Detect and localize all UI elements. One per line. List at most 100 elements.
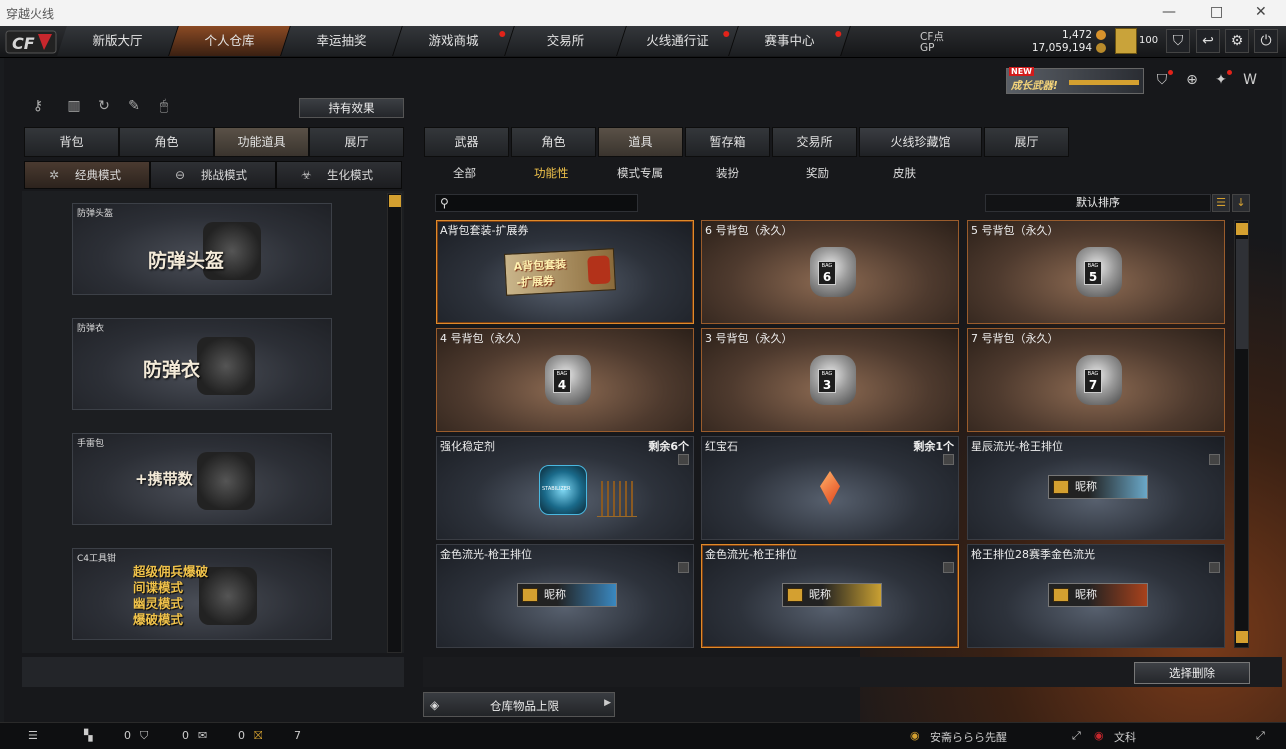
grid-scrollbar[interactable] [1234,220,1249,648]
power-icon[interactable]: ⏻ [1254,29,1278,53]
category-tab[interactable]: 火线珍藏馆 [859,127,982,157]
user2-name[interactable]: 文科 [1114,729,1136,745]
scroll-up-icon[interactable] [389,195,401,207]
item-card[interactable]: 5 号背包（永久） BAG 5 [967,220,1225,324]
gift-icon[interactable]: ⛝ [254,729,262,743]
select-delete-button[interactable]: 选择删除 [1134,662,1250,684]
ticket-icon: A背包套装 -扩展券 [503,248,617,296]
vest-item[interactable]: 防弹衣 防弹衣 [72,318,332,410]
growth-weapon-banner[interactable]: NEW 成长武器! [1006,67,1144,94]
spray-icon[interactable]: ✎ [122,98,146,118]
left-scrollbar[interactable] [387,193,402,653]
crosshair-icon[interactable]: ⊕ [1181,72,1203,92]
item-card[interactable]: 金色流光-枪王排位 昵称 [436,544,694,648]
scroll-up-icon[interactable] [1236,223,1248,235]
fullscreen-icon[interactable]: ⤢ [1256,729,1265,743]
category-tab[interactable]: 交易所 [772,127,857,157]
gun-badge-icon [787,588,803,602]
item-card[interactable]: 6 号背包（永久） BAG 6 [701,220,959,324]
left-tab[interactable]: 功能道具 [214,127,309,157]
expand-icon[interactable]: ⤢ [1072,729,1081,743]
item-card[interactable]: 4 号背包（永久） BAG 4 [436,328,694,432]
nav-tab[interactable]: 火线通行证 [617,26,739,56]
scroll-down-icon[interactable] [1236,631,1248,643]
category-tab[interactable]: 展厅 [984,127,1069,157]
nameplate: 昵称 [1048,583,1148,607]
sort-direction-icon[interactable]: ↓ [1232,194,1250,212]
user-badge-icon: ◉ [910,729,920,742]
lock-icon[interactable] [678,562,689,573]
left-tab[interactable]: 展厅 [309,127,404,157]
medal-icon[interactable]: ⛉ [1151,70,1173,92]
chat-icon[interactable]: ✉ [198,729,207,742]
search-input[interactable]: ⚲ [435,194,638,212]
item-card[interactable]: 强化稳定剂 剩余6个 STABILIZER [436,436,694,540]
nav-tab[interactable]: 新版大厅 [57,26,179,56]
category-tab[interactable]: 暂存箱 [685,127,770,157]
item-card[interactable]: 星辰流光-枪王排位 昵称 [967,436,1225,540]
left-tab[interactable]: 角色 [119,127,214,157]
item-card[interactable]: A背包套装-扩展券 A背包套装 -扩展券 [436,220,694,324]
sub-tab[interactable]: 功能性 [534,165,569,181]
lock-icon[interactable] [678,454,689,465]
lock-icon[interactable] [1209,562,1220,573]
sub-tab[interactable]: 全部 [453,165,476,181]
minimize-button[interactable]: — [1162,4,1176,20]
category-tab[interactable]: 武器 [424,127,509,157]
c4-tool-item[interactable]: C4工具钳 超级佣兵爆破 间谍模式 幽灵模式 爆破模式 [72,548,332,640]
mode-tab[interactable]: ✲ 经典模式 [24,161,150,189]
grenade-bag-item[interactable]: 手雷包 +携带数 [72,433,332,525]
close-button[interactable]: ✕ [1255,4,1267,20]
category-tab[interactable]: 道具 [598,127,683,157]
item-small-label: 防弹衣 [77,324,105,334]
wing-icon[interactable]: W [1239,72,1261,92]
nav-tab[interactable]: 幸运抽奖 [281,26,403,56]
grenade-icon[interactable]: ✦ [1210,70,1232,92]
nav-tab[interactable]: 赛事中心 [729,26,851,56]
mode-tab[interactable]: ⊖ 挑战模式 [150,161,276,189]
effects-button[interactable]: 持有效果 [299,98,404,118]
left-tab[interactable]: 背包 [24,127,119,157]
category-tab[interactable]: 角色 [511,127,596,157]
ranking-icon[interactable]: ▥ [62,98,86,118]
lock-icon[interactable] [943,454,954,465]
sort-select[interactable]: 默认排序 [985,194,1211,212]
lock-icon[interactable] [1209,454,1220,465]
sub-tab[interactable]: 装扮 [716,165,739,181]
item-card[interactable]: 7 号背包（永久） BAG 7 [967,328,1225,432]
item-card[interactable]: 红宝石 剩余1个 [701,436,959,540]
mouse-icon[interactable]: 🖱 [152,98,176,118]
helmet-item[interactable]: 防弹头盔 防弹头盔 [72,203,332,295]
item-card[interactable]: 3 号背包（永久） BAG 3 [701,328,959,432]
sub-tab[interactable]: 奖励 [806,165,829,181]
nav-tab[interactable]: 个人仓库 [169,26,291,56]
rank-badge-icon[interactable] [1115,28,1137,54]
notification-dot-icon [835,31,842,37]
list-view-icon[interactable]: ☰ [1212,194,1230,212]
gear-icon[interactable]: ⚙ [1225,29,1249,53]
friends-icon[interactable]: ▚ [84,729,92,742]
ticket-line: A背包套装 [513,257,567,274]
nav-tab[interactable]: 交易所 [505,26,627,56]
status-bar: ☰ ▚ 0 ⛉ 0 ✉ 0 ⛝ 7 ◉ 安斋ららら先醒 ⤢ ◉ 文科 ⤢ [0,722,1286,749]
user-name[interactable]: 安斋ららら先醒 [930,729,1007,745]
item-card[interactable]: 金色流光-枪王排位 昵称 [701,544,959,648]
return-icon[interactable]: ↩ [1196,29,1220,53]
gun-badge-icon [1053,588,1069,602]
storage-limit-button[interactable]: ◈ 仓库物品上限 ▶ [423,692,615,717]
backpack-icon: BAG 6 [810,247,856,297]
cf-logo[interactable]: CF [4,28,60,56]
shield-icon[interactable]: ⛉ [1166,29,1190,53]
sub-tab[interactable]: 皮肤 [893,165,916,181]
lock-icon[interactable] [943,562,954,573]
refresh-icon[interactable]: ↻ [92,98,116,118]
maximize-button[interactable]: □ [1210,4,1223,20]
key-icon[interactable]: ⚷ [26,98,50,118]
nav-tab[interactable]: 游戏商城 [393,26,515,56]
scroll-thumb[interactable] [1236,239,1248,349]
mode-tab[interactable]: ☣ 生化模式 [276,161,402,189]
sub-tab[interactable]: 模式专属 [617,165,663,181]
clan-icon[interactable]: ⛉ [140,729,148,743]
item-card[interactable]: 枪王排位28赛季金色流光 昵称 [967,544,1225,648]
menu-icon[interactable]: ☰ [28,729,38,742]
